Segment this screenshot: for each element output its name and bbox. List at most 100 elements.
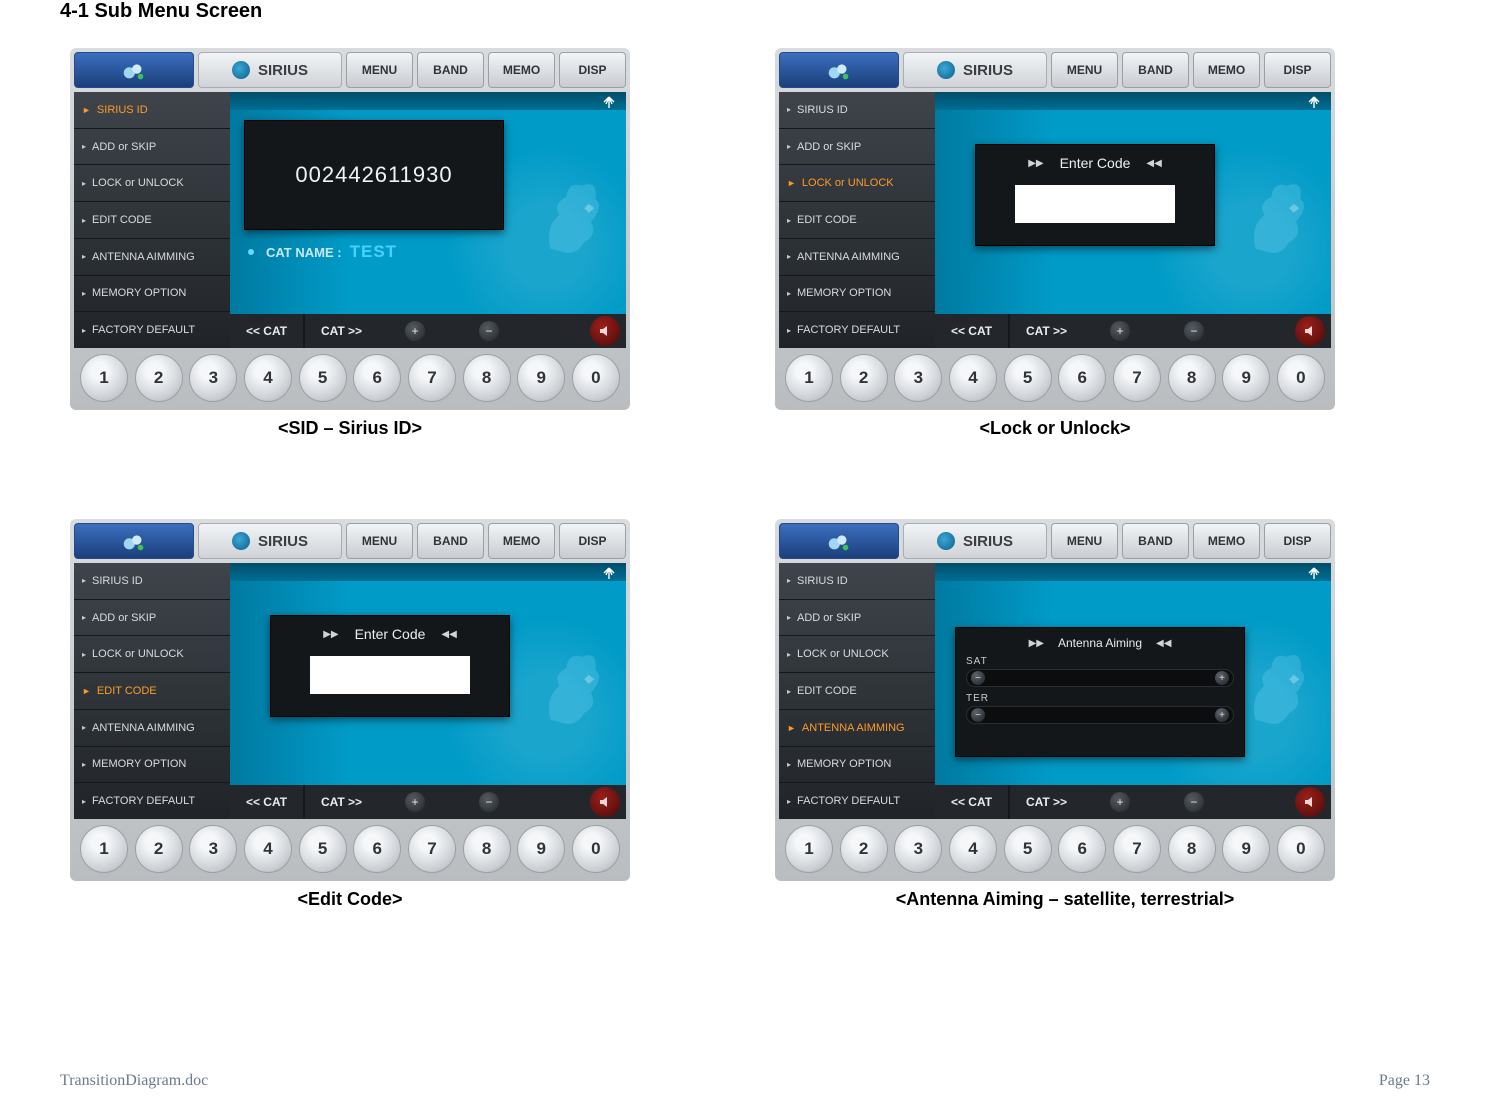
menu-item-antenna-aimming[interactable]: ▸ANTENNA AIMMING bbox=[74, 239, 230, 276]
num-button-2[interactable]: 2 bbox=[840, 354, 888, 402]
home-button[interactable] bbox=[779, 52, 899, 88]
sirius-tab[interactable]: SIRIUS bbox=[903, 52, 1047, 88]
menu-item-edit-code[interactable]: ▸EDIT CODE bbox=[779, 202, 935, 239]
menu-button[interactable]: MENU bbox=[346, 52, 413, 88]
num-button-0[interactable]: 0 bbox=[572, 825, 620, 873]
num-button-1[interactable]: 1 bbox=[785, 825, 833, 873]
num-button-5[interactable]: 5 bbox=[1004, 825, 1052, 873]
num-button-7[interactable]: 7 bbox=[408, 825, 456, 873]
menu-item-memory-option[interactable]: ▸MEMORY OPTION bbox=[74, 276, 230, 313]
num-button-8[interactable]: 8 bbox=[1168, 825, 1216, 873]
cat-next-button[interactable]: CAT >> bbox=[304, 785, 378, 819]
menu-item-factory-default[interactable]: ▸FACTORY DEFAULT bbox=[779, 312, 935, 348]
menu-item-sirius-id[interactable]: ▸SIRIUS ID bbox=[74, 563, 230, 600]
num-button-6[interactable]: 6 bbox=[1058, 825, 1106, 873]
num-button-4[interactable]: 4 bbox=[949, 825, 997, 873]
menu-item-add-or-skip[interactable]: ▸ADD or SKIP bbox=[779, 129, 935, 166]
next-icon[interactable]: ◀◀ bbox=[1156, 638, 1171, 649]
disp-button[interactable]: DISP bbox=[1264, 523, 1331, 559]
num-button-9[interactable]: 9 bbox=[517, 825, 565, 873]
sirius-tab[interactable]: SIRIUS bbox=[198, 523, 342, 559]
disp-button[interactable]: DISP bbox=[1264, 52, 1331, 88]
menu-item-edit-code[interactable]: ▸EDIT CODE bbox=[779, 673, 935, 710]
vol-down-button[interactable]: − bbox=[452, 314, 526, 348]
menu-item-sirius-id[interactable]: ▸SIRIUS ID bbox=[779, 563, 935, 600]
mute-button[interactable] bbox=[1295, 316, 1325, 346]
memo-button[interactable]: MEMO bbox=[1193, 523, 1260, 559]
menu-item-factory-default[interactable]: ▸FACTORY DEFAULT bbox=[779, 783, 935, 819]
num-button-5[interactable]: 5 bbox=[299, 825, 347, 873]
cat-next-button[interactable]: CAT >> bbox=[304, 314, 378, 348]
memo-button[interactable]: MEMO bbox=[488, 523, 555, 559]
menu-item-edit-code[interactable]: ►EDIT CODE bbox=[74, 673, 230, 710]
num-button-7[interactable]: 7 bbox=[1113, 825, 1161, 873]
num-button-0[interactable]: 0 bbox=[572, 354, 620, 402]
num-button-7[interactable]: 7 bbox=[408, 354, 456, 402]
menu-item-factory-default[interactable]: ▸FACTORY DEFAULT bbox=[74, 312, 230, 348]
disp-button[interactable]: DISP bbox=[559, 52, 626, 88]
disp-button[interactable]: DISP bbox=[559, 523, 626, 559]
menu-button[interactable]: MENU bbox=[1051, 52, 1118, 88]
code-input[interactable] bbox=[1015, 185, 1175, 223]
menu-button[interactable]: MENU bbox=[346, 523, 413, 559]
menu-item-lock-or-unlock[interactable]: ►LOCK or UNLOCK bbox=[779, 165, 935, 202]
menu-item-factory-default[interactable]: ▸FACTORY DEFAULT bbox=[74, 783, 230, 819]
plus-icon[interactable]: + bbox=[1215, 708, 1229, 722]
menu-item-sirius-id[interactable]: ▸SIRIUS ID bbox=[779, 92, 935, 129]
minus-icon[interactable]: − bbox=[971, 708, 985, 722]
cat-prev-button[interactable]: << CAT bbox=[935, 785, 1009, 819]
vol-down-button[interactable]: − bbox=[1157, 785, 1231, 819]
vol-up-button[interactable]: + bbox=[1083, 314, 1157, 348]
num-button-0[interactable]: 0 bbox=[1277, 354, 1325, 402]
menu-item-add-or-skip[interactable]: ▸ADD or SKIP bbox=[779, 600, 935, 637]
num-button-4[interactable]: 4 bbox=[244, 354, 292, 402]
next-code-icon[interactable]: ◀◀ bbox=[441, 629, 456, 640]
num-button-5[interactable]: 5 bbox=[299, 354, 347, 402]
minus-icon[interactable]: − bbox=[971, 671, 985, 685]
num-button-3[interactable]: 3 bbox=[894, 354, 942, 402]
num-button-6[interactable]: 6 bbox=[353, 354, 401, 402]
num-button-6[interactable]: 6 bbox=[353, 825, 401, 873]
menu-item-memory-option[interactable]: ▸MEMORY OPTION bbox=[779, 276, 935, 313]
prev-code-icon[interactable]: ▶▶ bbox=[1028, 158, 1043, 169]
menu-item-antenna-aimming[interactable]: ▸ANTENNA AIMMING bbox=[779, 239, 935, 276]
menu-item-lock-or-unlock[interactable]: ▸LOCK or UNLOCK bbox=[779, 636, 935, 673]
memo-button[interactable]: MEMO bbox=[488, 52, 555, 88]
prev-icon[interactable]: ▶▶ bbox=[1029, 638, 1044, 649]
menu-item-lock-or-unlock[interactable]: ▸LOCK or UNLOCK bbox=[74, 636, 230, 673]
menu-item-memory-option[interactable]: ▸MEMORY OPTION bbox=[74, 747, 230, 784]
menu-item-add-or-skip[interactable]: ▸ADD or SKIP bbox=[74, 600, 230, 637]
num-button-7[interactable]: 7 bbox=[1113, 354, 1161, 402]
menu-item-add-or-skip[interactable]: ▸ADD or SKIP bbox=[74, 129, 230, 166]
num-button-2[interactable]: 2 bbox=[135, 825, 183, 873]
num-button-9[interactable]: 9 bbox=[517, 354, 565, 402]
num-button-9[interactable]: 9 bbox=[1222, 825, 1270, 873]
num-button-5[interactable]: 5 bbox=[1004, 354, 1052, 402]
num-button-1[interactable]: 1 bbox=[785, 354, 833, 402]
num-button-8[interactable]: 8 bbox=[1168, 354, 1216, 402]
num-button-8[interactable]: 8 bbox=[463, 354, 511, 402]
menu-button[interactable]: MENU bbox=[1051, 523, 1118, 559]
vol-down-button[interactable]: − bbox=[452, 785, 526, 819]
band-button[interactable]: BAND bbox=[417, 52, 484, 88]
cat-prev-button[interactable]: << CAT bbox=[230, 314, 304, 348]
menu-item-edit-code[interactable]: ▸EDIT CODE bbox=[74, 202, 230, 239]
menu-item-antenna-aimming[interactable]: ►ANTENNA AIMMING bbox=[779, 710, 935, 747]
cat-prev-button[interactable]: << CAT bbox=[935, 314, 1009, 348]
cat-prev-button[interactable]: << CAT bbox=[230, 785, 304, 819]
cat-next-button[interactable]: CAT >> bbox=[1009, 314, 1083, 348]
sirius-tab[interactable]: SIRIUS bbox=[198, 52, 342, 88]
num-button-4[interactable]: 4 bbox=[949, 354, 997, 402]
mute-button[interactable] bbox=[590, 787, 620, 817]
vol-up-button[interactable]: + bbox=[1083, 785, 1157, 819]
num-button-4[interactable]: 4 bbox=[244, 825, 292, 873]
num-button-1[interactable]: 1 bbox=[80, 354, 128, 402]
num-button-3[interactable]: 3 bbox=[189, 354, 237, 402]
code-input[interactable] bbox=[310, 656, 470, 694]
mute-button[interactable] bbox=[1295, 787, 1325, 817]
sirius-tab[interactable]: SIRIUS bbox=[903, 523, 1047, 559]
num-button-2[interactable]: 2 bbox=[840, 825, 888, 873]
num-button-2[interactable]: 2 bbox=[135, 354, 183, 402]
memo-button[interactable]: MEMO bbox=[1193, 52, 1260, 88]
home-button[interactable] bbox=[74, 52, 194, 88]
